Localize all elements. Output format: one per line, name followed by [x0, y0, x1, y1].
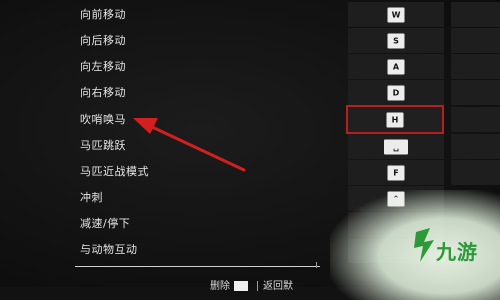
- keybind-slot-alt[interactable]: [451, 80, 500, 105]
- action-row-backward[interactable]: 向后移动: [80, 31, 320, 51]
- keycap: H: [386, 112, 404, 127]
- keybind-slot-horse-jump[interactable]: ␣: [348, 134, 444, 159]
- bar-separator: [257, 281, 258, 291]
- keybind-slot-alt[interactable]: [451, 28, 500, 53]
- action-row-left[interactable]: 向左移动: [80, 57, 320, 77]
- action-label: 马匹近战模式: [80, 165, 149, 178]
- keybind-slot-alt[interactable]: [451, 160, 500, 185]
- action-label: 马匹跳跃: [80, 139, 126, 152]
- action-row-slow-stop[interactable]: 减速/停下: [80, 214, 320, 234]
- action-label: 冲刺: [80, 191, 103, 204]
- keybind-slot-alt[interactable]: [451, 2, 500, 27]
- action-list: 向前移动 向后移动 向左移动 向右移动 吹哨唤马 马匹跳跃 马匹近战模式 冲刺 …: [0, 0, 340, 287]
- keybind-slot-backward[interactable]: S: [348, 28, 444, 53]
- spacebar-icon: ␣: [384, 139, 408, 154]
- bottom-action-bar: 删除 返回默: [210, 277, 293, 292]
- keycap: W: [387, 7, 405, 22]
- list-divider: [75, 266, 320, 267]
- action-row-animal-interact[interactable]: 与动物互动: [80, 240, 320, 260]
- action-label: 向后移动: [80, 34, 126, 47]
- action-label: 向前移动: [80, 8, 126, 21]
- keycap: A: [387, 59, 405, 74]
- action-row-forward[interactable]: 向前移动: [80, 5, 320, 25]
- keycap: F: [387, 165, 405, 180]
- action-label: 向左移动: [80, 60, 126, 73]
- keybind-slot-horse-melee[interactable]: F: [348, 160, 444, 185]
- action-row-whistle-horse[interactable]: 吹哨唤马: [80, 110, 320, 130]
- keybind-slot-alt[interactable]: [451, 107, 500, 132]
- action-row-horse-melee[interactable]: 马匹近战模式: [80, 162, 320, 182]
- delete-key-icon: [234, 281, 248, 291]
- keybind-slot-forward[interactable]: W: [348, 2, 444, 27]
- watermark-text: 九游: [436, 240, 478, 264]
- action-row-horse-jump[interactable]: 马匹跳跃: [80, 136, 320, 156]
- keybind-slot-right[interactable]: D: [348, 80, 444, 105]
- keybind-slot-alt[interactable]: [451, 134, 500, 159]
- action-label: 吹哨唤马: [80, 113, 126, 126]
- keybind-slot-alt[interactable]: [451, 54, 500, 79]
- scroll-tick: [316, 262, 317, 268]
- keybind-slot-left[interactable]: A: [348, 54, 444, 79]
- action-label: 减速/停下: [80, 217, 131, 230]
- action-label: 与动物互动: [80, 243, 138, 256]
- action-label: 向右移动: [80, 86, 126, 99]
- keycap: S: [387, 33, 405, 48]
- keybind-slot-whistle-horse[interactable]: H: [346, 105, 444, 134]
- keycap: D: [387, 85, 405, 100]
- action-row-sprint[interactable]: 冲刺: [80, 188, 320, 208]
- action-row-right[interactable]: 向右移动: [80, 83, 320, 103]
